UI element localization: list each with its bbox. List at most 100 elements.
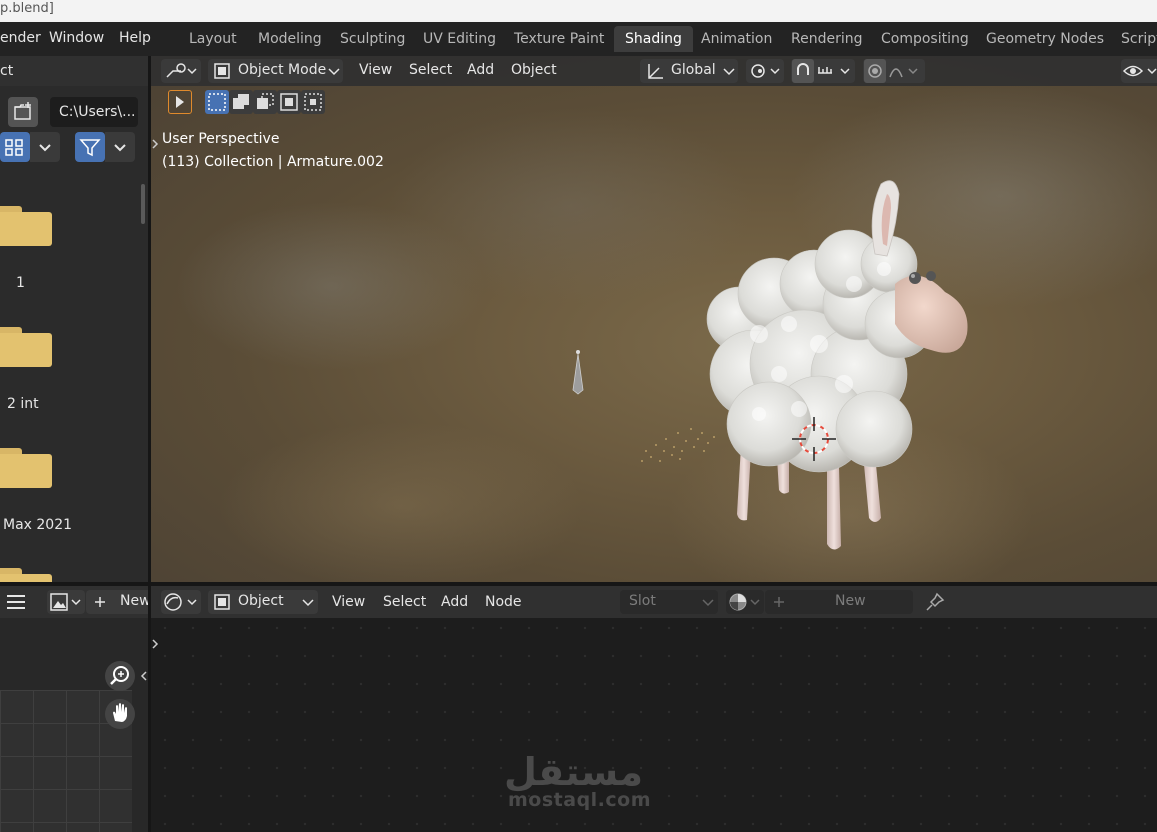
folder-icon[interactable] xyxy=(0,327,52,367)
select-invert-button[interactable] xyxy=(277,90,301,114)
menu-node[interactable]: Node xyxy=(485,594,522,610)
tab-modeling[interactable]: Modeling xyxy=(247,26,333,52)
node-editor-header: Object View Select Add Node Slot New xyxy=(151,586,1157,618)
3d-viewport[interactable]: Object Mode View Select Add Object Globa… xyxy=(151,56,1157,582)
select-invert-icon xyxy=(280,93,298,111)
chevron-down-icon xyxy=(328,68,340,76)
select-new-button[interactable] xyxy=(205,90,229,114)
chevron-right-icon[interactable] xyxy=(151,638,159,650)
material-browse-button[interactable] xyxy=(726,590,764,614)
directory-path-field[interactable]: C:\Users\... xyxy=(50,97,138,127)
select-subtract-icon xyxy=(257,93,274,109)
chevron-left-icon[interactable] xyxy=(140,670,148,682)
menu-select[interactable]: Select xyxy=(409,62,452,78)
armature-bone-object[interactable] xyxy=(571,348,591,398)
menu-view[interactable]: View xyxy=(332,594,365,610)
filter-button[interactable] xyxy=(75,132,105,162)
tab-texture-paint[interactable]: Texture Paint xyxy=(503,26,615,52)
folder-label[interactable]: Max 2021 xyxy=(3,517,72,533)
tab-shading[interactable]: Shading xyxy=(614,26,693,52)
active-object-label: (113) Collection | Armature.002 xyxy=(162,154,384,170)
menu-add[interactable]: Add xyxy=(467,62,494,78)
proportional-editing-controls[interactable] xyxy=(863,59,925,83)
scrollbar[interactable] xyxy=(141,184,145,224)
watermark-logo-latin: mostaql.com xyxy=(508,789,652,811)
shader-node-editor[interactable]: Object View Select Add Node Slot New xyxy=(151,586,1157,832)
new-folder-icon xyxy=(14,102,31,120)
folder-label[interactable]: 2 int xyxy=(7,396,39,412)
window-title-bar: p.blend] xyxy=(0,0,1157,22)
mode-selector[interactable]: Object Mode xyxy=(208,59,343,83)
zoom-button[interactable] xyxy=(105,661,135,691)
chevron-down-icon xyxy=(723,68,735,76)
menu-help[interactable]: Help xyxy=(119,30,151,46)
tab-animation[interactable]: Animation xyxy=(690,26,783,52)
menu-view[interactable]: View xyxy=(359,62,392,78)
pan-button[interactable] xyxy=(105,699,135,729)
menu-render[interactable]: ender xyxy=(0,30,41,46)
image-editor-panel: New xyxy=(0,586,148,832)
chevron-down-icon xyxy=(302,599,314,607)
filter-icon xyxy=(79,139,101,157)
grid-view-icon xyxy=(5,139,23,156)
editor-type-button[interactable] xyxy=(161,590,201,614)
sheep-model[interactable] xyxy=(699,174,979,554)
pivot-icon xyxy=(751,64,780,78)
display-mode-dropdown[interactable] xyxy=(30,132,60,162)
image-editor-header: New xyxy=(0,586,148,618)
shader-type-label: Object xyxy=(238,593,284,609)
material-sphere-icon xyxy=(729,593,760,611)
display-mode-button[interactable] xyxy=(0,132,30,162)
select-intersect-icon xyxy=(304,93,322,111)
mode-label: Object Mode xyxy=(238,62,327,78)
tab-rendering[interactable]: Rendering xyxy=(780,26,874,52)
file-browser-header: ct xyxy=(0,56,148,86)
filter-dropdown[interactable] xyxy=(105,132,135,162)
tab-layout[interactable]: Layout xyxy=(178,26,248,52)
chevron-right-icon[interactable] xyxy=(151,138,159,150)
viewport-header: Object Mode View Select Add Object Globa… xyxy=(151,56,1157,86)
menu-object[interactable]: Object xyxy=(511,62,557,78)
tab-geometry-nodes[interactable]: Geometry Nodes xyxy=(975,26,1115,52)
file-browser-panel: ct C:\Users\... 1 2 int Max 2021 xyxy=(0,56,148,584)
folder-label[interactable]: 1 xyxy=(16,275,25,291)
visibility-selector[interactable] xyxy=(1121,59,1157,83)
new-folder-button[interactable] xyxy=(8,97,38,127)
cursor-arrow-icon xyxy=(176,96,184,108)
new-image-button[interactable]: New xyxy=(86,590,148,614)
pin-icon[interactable] xyxy=(923,590,947,614)
menu-window[interactable]: Window xyxy=(49,30,104,46)
material-slot-selector[interactable]: Slot xyxy=(620,590,718,614)
tab-sculpting[interactable]: Sculpting xyxy=(329,26,416,52)
menu-add[interactable]: Add xyxy=(441,594,468,610)
tab-uv-editing[interactable]: UV Editing xyxy=(412,26,507,52)
folder-icon[interactable] xyxy=(0,206,52,246)
object-mode-icon xyxy=(214,63,230,79)
editor-type-button[interactable] xyxy=(161,59,201,83)
select-extend-button[interactable] xyxy=(229,90,253,114)
select-new-icon xyxy=(208,93,226,111)
new-material-button[interactable]: New xyxy=(765,590,913,614)
tab-compositing[interactable]: Compositing xyxy=(870,26,980,52)
pivot-point-selector[interactable] xyxy=(746,59,784,83)
zoom-icon xyxy=(110,666,129,685)
view-perspective-label: User Perspective xyxy=(162,131,280,147)
select-subtract-button[interactable] xyxy=(253,90,277,114)
select-tool-button[interactable] xyxy=(168,90,192,114)
eye-icon xyxy=(1122,65,1157,77)
transform-orientation-selector[interactable]: Global xyxy=(640,59,738,83)
tab-scripting[interactable]: Script xyxy=(1110,26,1157,52)
image-browse-button[interactable] xyxy=(47,590,85,614)
snapping-controls[interactable] xyxy=(791,59,855,83)
select-intersect-button[interactable] xyxy=(301,90,325,114)
watermark-logo-arabic: مستقل xyxy=(504,750,643,794)
image-icon xyxy=(50,593,81,611)
proportional-editing-icon xyxy=(864,59,918,83)
folder-icon[interactable] xyxy=(0,448,52,488)
shader-type-selector[interactable]: Object xyxy=(208,590,318,614)
new-image-label: New xyxy=(120,593,148,609)
chevron-down-icon xyxy=(702,599,714,607)
menu-select[interactable]: Select xyxy=(383,594,426,610)
viewport-editor-icon xyxy=(166,63,197,78)
hamburger-menu-icon[interactable] xyxy=(4,590,28,614)
